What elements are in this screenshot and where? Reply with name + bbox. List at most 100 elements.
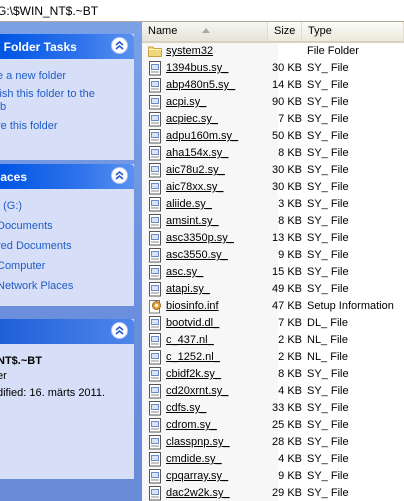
file-name[interactable]: aic78u2.sy_ [166, 162, 225, 179]
file-row[interactable]: acpi.sy_ 90 KB SY_ File [142, 94, 404, 111]
file-row[interactable]: cpqarray.sy_ 9 KB SY_ File [142, 468, 404, 485]
file-name[interactable]: aic78xx.sy_ [166, 179, 223, 196]
file-row[interactable]: aha154x.sy_ 8 KB SY_ File [142, 145, 404, 162]
file-type: SY_ File [307, 419, 349, 431]
file-row[interactable]: asc3550.sy_ 9 KB SY_ File [142, 247, 404, 264]
file-row[interactable]: asc3350p.sy_ 13 KB SY_ File [142, 230, 404, 247]
file-name[interactable]: aha154x.sy_ [166, 145, 228, 162]
other-places-panel: laces t (G:) Documents red Documents Com… [0, 164, 134, 306]
file-icon [148, 248, 162, 263]
file-type: DL_ File [307, 317, 348, 329]
file-icon [148, 469, 162, 484]
file-size: 8 KB [278, 147, 302, 159]
file-name[interactable]: cmdide.sy_ [166, 451, 222, 468]
file-name[interactable]: cpqarray.sy_ [166, 468, 228, 485]
file-row[interactable]: biosinfo.inf 47 KB Setup Information [142, 298, 404, 315]
file-name[interactable]: dac2w2k.sy_ [166, 485, 230, 501]
file-list[interactable]: Name Size Type system32 File Folder 1394bu… [142, 22, 404, 501]
address-bar[interactable]: G:\$WIN_NT$.~BT [0, 0, 404, 22]
place-my-computer[interactable]: Computer [0, 256, 134, 276]
file-name[interactable]: cd20xrnt.sy_ [166, 383, 228, 400]
task-share-folder[interactable]: re this folder [0, 116, 134, 136]
place-local-disk-g[interactable]: t (G:) [0, 196, 134, 216]
file-icon [148, 78, 162, 93]
file-name[interactable]: acpi.sy_ [166, 94, 206, 111]
task-make-new-folder[interactable]: e a new folder [0, 66, 134, 86]
file-icon [148, 180, 162, 195]
collapse-chevron-icon[interactable] [111, 37, 128, 54]
column-header-type[interactable]: Type [302, 22, 404, 41]
file-name[interactable]: acpiec.sy_ [166, 111, 218, 128]
panel-header[interactable] [0, 319, 134, 344]
file-name[interactable]: atapi.sy_ [166, 281, 210, 298]
file-row[interactable]: 1394bus.sy_ 30 KB SY_ File [142, 60, 404, 77]
file-name[interactable]: asc.sy_ [166, 264, 203, 281]
file-name[interactable]: cdfs.sy_ [166, 400, 206, 417]
file-row[interactable]: cbidf2k.sy_ 8 KB SY_ File [142, 366, 404, 383]
file-icon [148, 112, 162, 127]
file-name[interactable]: classpnp.sy_ [166, 434, 230, 451]
file-row[interactable]: cmdide.sy_ 4 KB SY_ File [142, 451, 404, 468]
file-name[interactable]: biosinfo.inf [166, 298, 219, 315]
file-icon [148, 146, 162, 161]
file-row[interactable]: aic78u2.sy_ 30 KB SY_ File [142, 162, 404, 179]
collapse-chevron-icon[interactable] [111, 322, 128, 339]
file-name[interactable]: 1394bus.sy_ [166, 60, 228, 77]
file-name[interactable]: asc3350p.sy_ [166, 230, 234, 247]
file-icon [148, 401, 162, 416]
file-row[interactable]: dac2w2k.sy_ 29 KB SY_ File [142, 485, 404, 501]
file-name[interactable]: asc3550.sy_ [166, 247, 228, 264]
file-type: SY_ File [307, 249, 349, 261]
file-size: 8 KB [278, 368, 302, 380]
details-name: NT$.~BT [0, 355, 42, 367]
file-row[interactable]: amsint.sy_ 8 KB SY_ File [142, 213, 404, 230]
file-icon [148, 333, 162, 348]
file-row[interactable]: atapi.sy_ 49 KB SY_ File [142, 281, 404, 298]
file-row[interactable]: cd20xrnt.sy_ 4 KB SY_ File [142, 383, 404, 400]
file-name[interactable]: c_437.nl_ [166, 332, 214, 349]
file-name[interactable]: amsint.sy_ [166, 213, 219, 230]
place-shared-documents[interactable]: red Documents [0, 236, 134, 256]
file-name[interactable]: aliide.sy_ [166, 196, 212, 213]
file-row[interactable]: cdfs.sy_ 33 KB SY_ File [142, 400, 404, 417]
file-row[interactable]: aic78xx.sy_ 30 KB SY_ File [142, 179, 404, 196]
setup-info-icon [148, 299, 162, 314]
file-row[interactable]: c_437.nl_ 2 KB NL_ File [142, 332, 404, 349]
file-type: SY_ File [307, 453, 349, 465]
file-row[interactable]: acpiec.sy_ 7 KB SY_ File [142, 111, 404, 128]
file-row[interactable]: adpu160m.sy_ 50 KB SY_ File [142, 128, 404, 145]
file-type: SY_ File [307, 470, 349, 482]
file-name[interactable]: adpu160m.sy_ [166, 128, 238, 145]
file-name[interactable]: bootvid.dl_ [166, 315, 219, 332]
file-size: 30 KB [272, 164, 302, 176]
file-name[interactable]: system32 [166, 43, 213, 60]
file-row[interactable]: classpnp.sy_ 28 KB SY_ File [142, 434, 404, 451]
task-publish-folder-to-web[interactable]: lish this folder to the b [0, 86, 134, 116]
file-type: SY_ File [307, 96, 349, 108]
file-name[interactable]: abp480n5.sy_ [166, 77, 235, 94]
column-header-name[interactable]: Name [142, 22, 268, 41]
file-row[interactable]: asc.sy_ 15 KB SY_ File [142, 264, 404, 281]
file-name[interactable]: c_1252.nl_ [166, 349, 220, 366]
file-size: 14 KB [272, 79, 302, 91]
column-header-size[interactable]: Size [268, 22, 302, 41]
column-size-label: Size [274, 25, 296, 37]
file-row[interactable]: aliide.sy_ 3 KB SY_ File [142, 196, 404, 213]
file-size: 30 KB [272, 62, 302, 74]
panel-header[interactable]: laces [0, 164, 134, 189]
file-name[interactable]: cbidf2k.sy_ [166, 366, 221, 383]
file-name[interactable]: cdrom.sy_ [166, 417, 217, 434]
task-pane: l Folder Tasks e a new folder lish this … [0, 22, 142, 501]
address-path[interactable]: G:\$WIN_NT$.~BT [0, 4, 98, 18]
column-header: Name Size Type [142, 22, 404, 43]
file-row[interactable]: abp480n5.sy_ 14 KB SY_ File [142, 77, 404, 94]
file-row[interactable]: cdrom.sy_ 25 KB SY_ File [142, 417, 404, 434]
place-my-network-places[interactable]: Network Places [0, 276, 134, 296]
file-row[interactable]: system32 File Folder [142, 43, 404, 60]
panel-header[interactable]: l Folder Tasks [0, 34, 134, 59]
file-size: 8 KB [278, 215, 302, 227]
file-row[interactable]: c_1252.nl_ 2 KB NL_ File [142, 349, 404, 366]
file-row[interactable]: bootvid.dl_ 7 KB DL_ File [142, 315, 404, 332]
place-my-documents[interactable]: Documents [0, 216, 134, 236]
collapse-chevron-icon[interactable] [111, 167, 128, 184]
